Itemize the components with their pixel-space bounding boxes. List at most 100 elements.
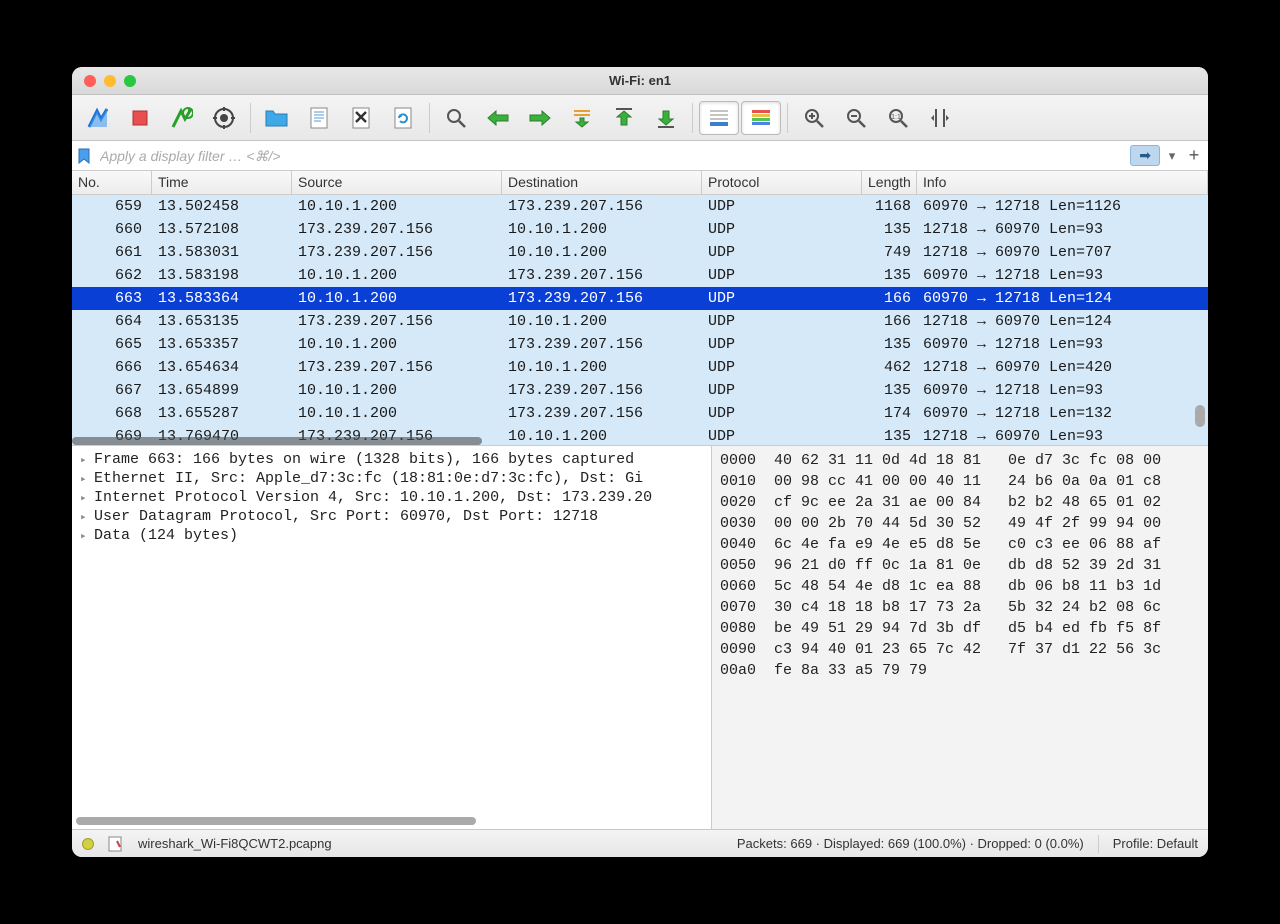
column-header-time[interactable]: Time — [152, 171, 292, 194]
add-filter-button[interactable]: + — [1184, 145, 1204, 166]
bookmark-filter-icon[interactable] — [76, 148, 92, 164]
apply-filter-button[interactable]: ➡ — [1130, 145, 1160, 166]
vertical-scrollbar-thumb[interactable] — [1195, 405, 1205, 427]
disclosure-triangle-icon[interactable]: ▸ — [80, 529, 94, 543]
packet-cell-src: 173.239.207.156 — [292, 359, 502, 376]
packet-cell-dst: 173.239.207.156 — [502, 382, 702, 399]
packet-cell-dst: 173.239.207.156 — [502, 336, 702, 353]
disclosure-triangle-icon[interactable]: ▸ — [80, 472, 94, 486]
disclosure-triangle-icon[interactable]: ▸ — [80, 453, 94, 467]
go-back-button[interactable] — [478, 101, 518, 135]
disclosure-triangle-icon[interactable]: ▸ — [80, 510, 94, 524]
packet-cell-proto: UDP — [702, 221, 862, 238]
packet-cell-src: 173.239.207.156 — [292, 313, 502, 330]
packet-cell-time: 13.583364 — [152, 290, 292, 307]
go-to-packet-button[interactable] — [562, 101, 602, 135]
packet-cell-dst: 173.239.207.156 — [502, 198, 702, 215]
packet-cell-time: 13.502458 — [152, 198, 292, 215]
lower-panes: ▸ Frame 663: 166 bytes on wire (1328 bit… — [72, 445, 1208, 829]
packet-row[interactable]: 66713.65489910.10.1.200173.239.207.156UD… — [72, 379, 1208, 402]
go-to-last-button[interactable] — [646, 101, 686, 135]
details-tree-item[interactable]: ▸ Data (124 bytes) — [72, 526, 711, 545]
display-filter-input[interactable] — [96, 146, 1126, 166]
column-header-source[interactable]: Source — [292, 171, 502, 194]
column-header-destination[interactable]: Destination — [502, 171, 702, 194]
packet-cell-len: 1168 — [862, 198, 917, 215]
packet-list[interactable]: 65913.50245810.10.1.200173.239.207.156UD… — [72, 195, 1208, 445]
packet-row[interactable]: 66313.58336410.10.1.200173.239.207.156UD… — [72, 287, 1208, 310]
packet-cell-time: 13.654899 — [152, 382, 292, 399]
colorize-toggle[interactable] — [741, 101, 781, 135]
packet-list-header: No. Time Source Destination Protocol Len… — [72, 171, 1208, 195]
packet-cell-no: 663 — [72, 290, 152, 307]
packet-row[interactable]: 66813.65528710.10.1.200173.239.207.156UD… — [72, 402, 1208, 425]
selection-marker — [72, 287, 78, 310]
expert-info-indicator[interactable] — [82, 838, 94, 850]
toolbar-separator — [429, 103, 430, 133]
details-tree-label: Internet Protocol Version 4, Src: 10.10.… — [94, 489, 652, 506]
details-tree-item[interactable]: ▸ Internet Protocol Version 4, Src: 10.1… — [72, 488, 711, 507]
packet-cell-src: 173.239.207.156 — [292, 244, 502, 261]
packet-cell-info: 12718 → 60970 Len=707 — [917, 244, 1208, 261]
packet-details-pane[interactable]: ▸ Frame 663: 166 bytes on wire (1328 bit… — [72, 446, 712, 829]
packet-cell-info: 60970 → 12718 Len=132 — [917, 405, 1208, 422]
find-packet-button[interactable] — [436, 101, 476, 135]
packet-cell-dst: 173.239.207.156 — [502, 405, 702, 422]
packet-row[interactable]: 66213.58319810.10.1.200173.239.207.156UD… — [72, 264, 1208, 287]
packet-cell-dst: 10.10.1.200 — [502, 313, 702, 330]
app-window: Wi-Fi: en1 — [72, 67, 1208, 857]
packet-row[interactable]: 65913.50245810.10.1.200173.239.207.156UD… — [72, 195, 1208, 218]
svg-text:1:1: 1:1 — [891, 114, 901, 121]
packet-cell-len: 135 — [862, 267, 917, 284]
capture-options-button[interactable] — [204, 101, 244, 135]
column-header-length[interactable]: Length — [862, 171, 917, 194]
go-to-first-button[interactable] — [604, 101, 644, 135]
zoom-out-button[interactable] — [836, 101, 876, 135]
zoom-in-button[interactable] — [794, 101, 834, 135]
save-file-button[interactable] — [299, 101, 339, 135]
reload-file-button[interactable] — [383, 101, 423, 135]
close-file-button[interactable] — [341, 101, 381, 135]
titlebar: Wi-Fi: en1 — [72, 67, 1208, 95]
zoom-reset-button[interactable]: 1:1 — [878, 101, 918, 135]
packet-row[interactable]: 66113.583031173.239.207.15610.10.1.200UD… — [72, 241, 1208, 264]
go-forward-button[interactable] — [520, 101, 560, 135]
filter-history-dropdown[interactable]: ▾ — [1164, 148, 1180, 164]
packet-cell-proto: UDP — [702, 313, 862, 330]
profile-label[interactable]: Profile: Default — [1113, 836, 1198, 851]
toolbar-separator — [250, 103, 251, 133]
packet-cell-time: 13.653357 — [152, 336, 292, 353]
status-bar: wireshark_Wi-Fi8QCWT2.pcapng Packets: 66… — [72, 829, 1208, 857]
column-header-no[interactable]: No. — [72, 171, 152, 194]
packet-cell-no: 668 — [72, 405, 152, 422]
open-file-button[interactable] — [257, 101, 297, 135]
packet-cell-dst: 173.239.207.156 — [502, 290, 702, 307]
resize-columns-button[interactable] — [920, 101, 960, 135]
capture-file-properties-icon[interactable] — [108, 836, 124, 852]
packet-bytes-pane[interactable]: 0000 40 62 31 11 0d 4d 18 81 0e d7 3c fc… — [712, 446, 1208, 829]
details-tree-item[interactable]: ▸ Ethernet II, Src: Apple_d7:3c:fc (18:8… — [72, 469, 711, 488]
column-header-info[interactable]: Info — [917, 171, 1208, 194]
display-filter-bar: ➡ ▾ + — [72, 141, 1208, 171]
main-toolbar: 1:1 — [72, 95, 1208, 141]
packet-row[interactable]: 66613.654634173.239.207.15610.10.1.200UD… — [72, 356, 1208, 379]
packet-row[interactable]: 66513.65335710.10.1.200173.239.207.156UD… — [72, 333, 1208, 356]
start-capture-button[interactable] — [78, 101, 118, 135]
details-tree-item[interactable]: ▸ Frame 663: 166 bytes on wire (1328 bit… — [72, 450, 711, 469]
packet-cell-src: 10.10.1.200 — [292, 382, 502, 399]
packet-cell-info: 12718 → 60970 Len=93 — [917, 428, 1208, 445]
horizontal-scrollbar-thumb[interactable] — [72, 437, 482, 445]
packet-row[interactable]: 66413.653135173.239.207.15610.10.1.200UD… — [72, 310, 1208, 333]
stop-capture-button[interactable] — [120, 101, 160, 135]
restart-capture-button[interactable] — [162, 101, 202, 135]
packet-cell-time: 13.583031 — [152, 244, 292, 261]
details-horizontal-scrollbar[interactable] — [76, 817, 476, 825]
details-tree-item[interactable]: ▸ User Datagram Protocol, Src Port: 6097… — [72, 507, 711, 526]
column-header-protocol[interactable]: Protocol — [702, 171, 862, 194]
packet-row[interactable]: 66013.572108173.239.207.15610.10.1.200UD… — [72, 218, 1208, 241]
disclosure-triangle-icon[interactable]: ▸ — [80, 491, 94, 505]
packet-cell-proto: UDP — [702, 267, 862, 284]
packet-cell-dst: 10.10.1.200 — [502, 244, 702, 261]
auto-scroll-toggle[interactable] — [699, 101, 739, 135]
packet-cell-no: 664 — [72, 313, 152, 330]
